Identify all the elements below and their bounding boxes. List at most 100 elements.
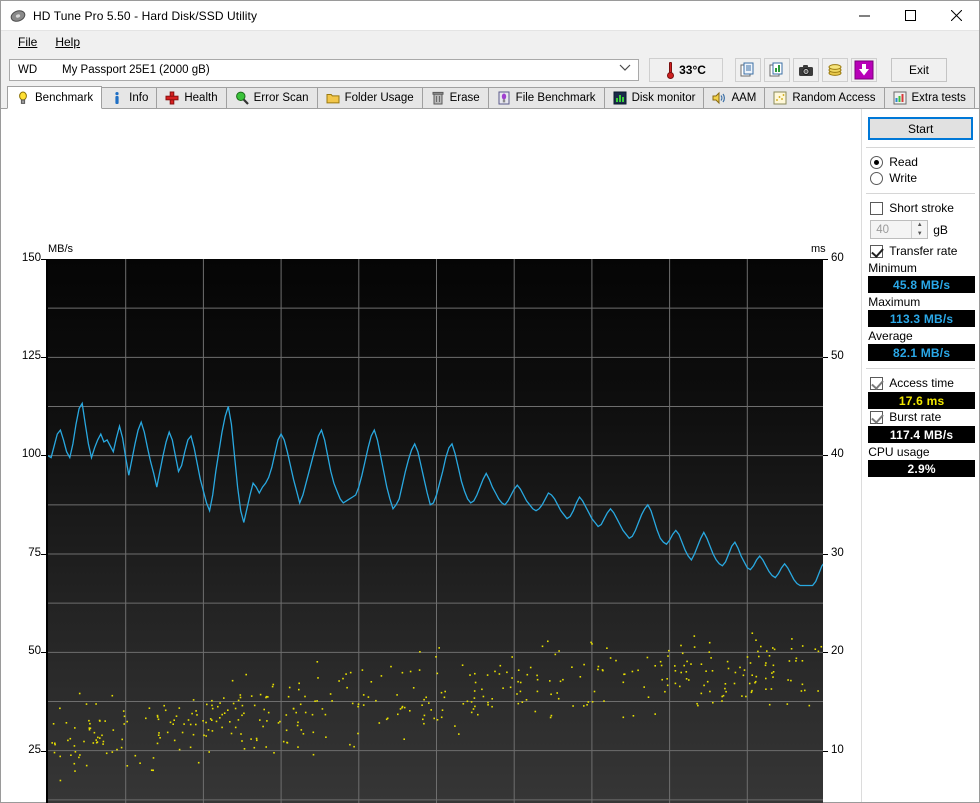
y-tick-right: 50 <box>831 350 844 362</box>
y-axis-unit-left: MB/s <box>48 243 74 255</box>
short-stroke-input[interactable]: 40 ▲ ▼ <box>870 220 929 239</box>
checkbox-access-time[interactable]: Access time <box>862 375 979 391</box>
burst-rate-value: 117.4 MB/s <box>889 427 954 442</box>
spin-up-icon[interactable]: ▲ <box>912 221 927 230</box>
window-controls <box>841 1 979 31</box>
toolbar: WD My Passport 25E1 (2000 gB) 33°C Exit <box>1 53 979 87</box>
access-time-checkbox <box>870 376 884 390</box>
tab-extra-tests[interactable]: Extra tests <box>883 87 975 108</box>
start-button[interactable]: Start <box>868 117 973 140</box>
maximize-button[interactable] <box>887 1 933 31</box>
save-download-icon[interactable] <box>851 58 877 82</box>
y-tick-left: 150 <box>21 252 41 264</box>
radio-write[interactable]: Write <box>862 170 979 186</box>
bar-chart-icon <box>613 91 627 105</box>
menu-help[interactable]: Help <box>46 33 89 51</box>
menu-file[interactable]: File <box>9 33 46 51</box>
chevron-down-icon <box>619 64 631 75</box>
maximum-value: 113.3 MB/s <box>889 311 954 326</box>
drive-selector[interactable]: WD My Passport 25E1 (2000 gB) <box>9 59 639 81</box>
cpu-usage-value: 2.9% <box>907 461 936 476</box>
tab-disk-monitor[interactable]: Disk monitor <box>603 87 705 108</box>
y-tick-right: 60 <box>831 252 844 264</box>
radio-read-indicator <box>870 155 884 169</box>
tab-label: Health <box>184 92 218 104</box>
tab-health[interactable]: Health <box>156 87 227 108</box>
copy-graph-icon[interactable] <box>764 58 790 82</box>
short-stroke-checkbox <box>870 201 884 215</box>
stack-icon[interactable] <box>822 58 848 82</box>
access-time-value-box: 17.6 ms <box>868 392 975 409</box>
tab-info[interactable]: Info <box>101 87 158 108</box>
transfer-rate-label: Transfer rate <box>889 244 958 258</box>
tab-label: Error Scan <box>253 92 309 104</box>
minimum-label: Minimum <box>868 261 917 275</box>
maximum-label: Maximum <box>868 295 921 309</box>
y-tick-left: 100 <box>21 448 41 460</box>
y-tick-right: 10 <box>831 744 844 756</box>
tab-label: Random Access <box>792 92 876 104</box>
transfer-rate-checkbox <box>870 244 884 258</box>
plot-svg <box>48 259 823 803</box>
benchmark-chart: MB/s ms 150 125 100 75 50 25 0 60 50 40 … <box>1 109 861 803</box>
tab-benchmark[interactable]: Benchmark <box>7 86 103 109</box>
radio-write-indicator <box>870 171 884 185</box>
burst-rate-label: Burst rate <box>889 410 942 424</box>
y-tick-right: 30 <box>831 547 844 559</box>
file-benchmark-icon <box>497 91 511 105</box>
transfer-rate-line <box>48 401 823 587</box>
checkbox-burst-rate[interactable]: Burst rate <box>862 409 979 425</box>
tab-label: AAM <box>731 92 757 104</box>
y-tick-right: 20 <box>831 645 844 657</box>
menu-bar: File Help <box>1 31 979 53</box>
tab-label: Extra tests <box>911 92 966 104</box>
checkbox-transfer-rate[interactable]: Transfer rate <box>862 243 979 259</box>
radio-write-label: Write <box>889 171 918 185</box>
tab-folder-usage[interactable]: Folder Usage <box>316 87 423 108</box>
screenshot-icon[interactable] <box>793 58 819 82</box>
divider <box>866 193 975 194</box>
speaker-icon <box>712 91 726 105</box>
y-tick-left: 125 <box>21 350 41 362</box>
spinner-buttons[interactable]: ▲ ▼ <box>911 221 927 238</box>
folder-icon <box>326 91 340 105</box>
trash-icon <box>431 91 445 105</box>
drive-name: My Passport 25E1 (2000 gB) <box>62 64 210 76</box>
tab-file-benchmark[interactable]: File Benchmark <box>487 87 605 108</box>
y-tick-left: 50 <box>28 645 41 657</box>
average-label: Average <box>868 329 913 343</box>
tab-label: File Benchmark <box>515 92 596 104</box>
copy-icon[interactable] <box>735 58 761 82</box>
title-bar: HD Tune Pro 5.50 - Hard Disk/SSD Utility <box>1 1 979 31</box>
close-button[interactable] <box>933 1 979 31</box>
checkbox-short-stroke[interactable]: Short stroke <box>862 200 979 216</box>
minimum-value-box: 45.8 MB/s <box>868 276 975 293</box>
maximum-value-box: 113.3 MB/s <box>868 310 975 327</box>
temperature-value: 33°C <box>679 63 706 77</box>
tab-random-access[interactable]: Random Access <box>764 87 885 108</box>
temperature-indicator: 33°C <box>649 58 723 82</box>
tab-error-scan[interactable]: Error Scan <box>225 87 318 108</box>
cpu-usage-label: CPU usage <box>868 445 930 459</box>
minimize-button[interactable] <box>841 1 887 31</box>
divider <box>866 147 975 148</box>
access-time-value: 17.6 ms <box>898 393 945 408</box>
tab-aam[interactable]: AAM <box>703 87 766 108</box>
radio-read[interactable]: Read <box>862 154 979 170</box>
toolbar-buttons <box>735 58 877 82</box>
burst-rate-value-box: 117.4 MB/s <box>868 426 975 443</box>
red-cross-icon <box>165 91 179 105</box>
spin-down-icon[interactable]: ▼ <box>912 230 927 239</box>
short-stroke-unit: gB <box>933 222 948 237</box>
y-tick-left: 75 <box>28 547 41 559</box>
exit-button[interactable]: Exit <box>891 58 947 82</box>
radio-read-label: Read <box>889 155 918 169</box>
tab-label: Folder Usage <box>344 92 414 104</box>
magnifier-icon <box>235 91 249 105</box>
tab-erase[interactable]: Erase <box>421 87 489 108</box>
info-icon <box>110 91 124 105</box>
grid-lines <box>48 259 823 803</box>
content-area: MB/s ms 150 125 100 75 50 25 0 60 50 40 … <box>1 109 979 803</box>
y-axis-unit-right: ms <box>811 243 826 255</box>
plot-area <box>46 259 823 803</box>
